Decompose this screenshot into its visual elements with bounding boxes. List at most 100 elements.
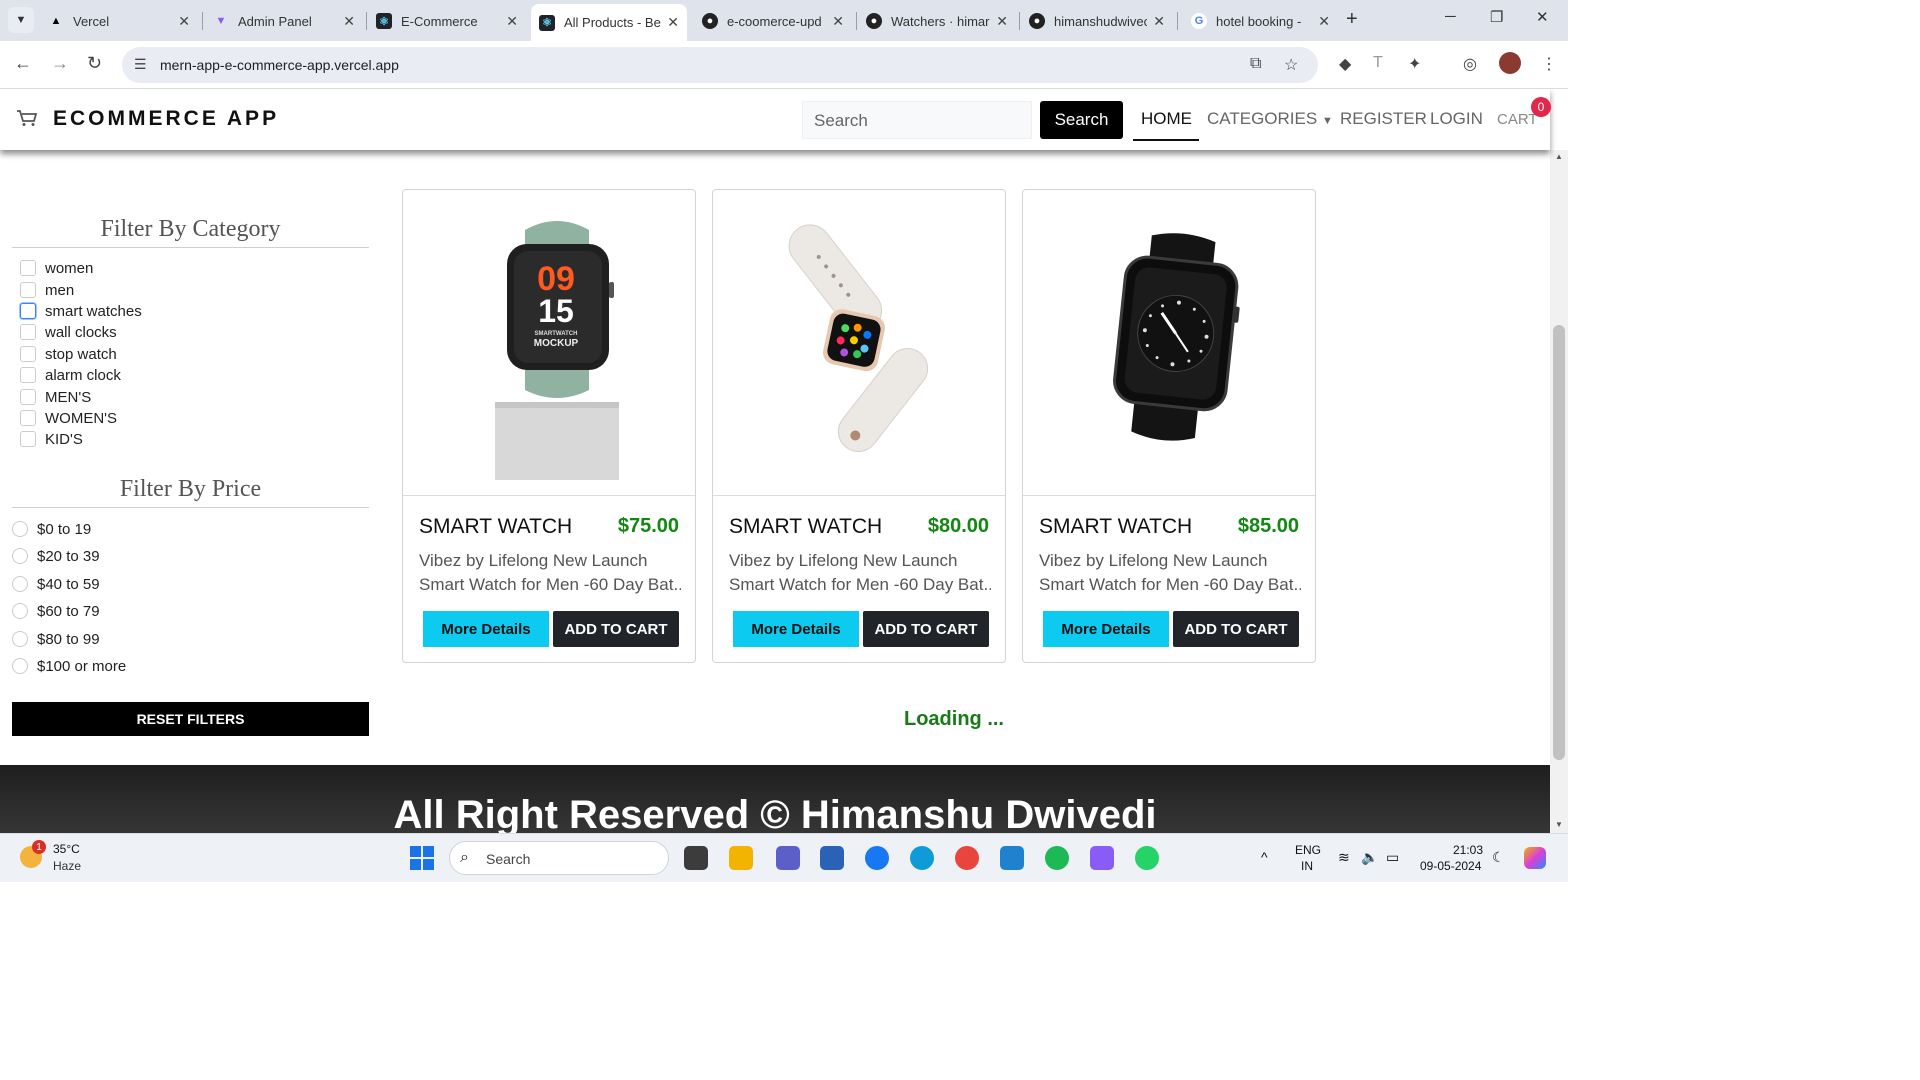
- spotify-icon[interactable]: [1045, 846, 1069, 870]
- tab-github-watchers[interactable]: ● Watchers · himar ✕: [858, 6, 1016, 36]
- add-to-cart-button[interactable]: ADD TO CART: [1173, 611, 1299, 647]
- tab-vercel[interactable]: ▲ Vercel ✕: [40, 6, 198, 36]
- edge-icon[interactable]: [910, 846, 934, 870]
- install-app-icon[interactable]: ⧉: [1250, 55, 1261, 73]
- search-input[interactable]: Search: [802, 101, 1032, 139]
- radio[interactable]: [12, 521, 28, 537]
- search-button[interactable]: Search: [1040, 101, 1123, 139]
- store-icon[interactable]: [820, 846, 844, 870]
- checkbox[interactable]: [20, 282, 36, 298]
- category-checkbox-stop-watch[interactable]: stop watch: [20, 344, 117, 364]
- price-radio-20-39[interactable]: $20 to 39: [12, 546, 100, 566]
- category-checkbox-men[interactable]: men: [20, 280, 74, 300]
- weather-temperature[interactable]: 35°C: [53, 842, 80, 856]
- profile-avatar[interactable]: [1499, 52, 1521, 74]
- notification-icon[interactable]: ☾: [1492, 849, 1505, 866]
- close-icon[interactable]: ✕: [667, 14, 679, 31]
- url-text[interactable]: mern-app-e-commerce-app.vercel.app: [160, 57, 399, 73]
- close-icon[interactable]: ✕: [832, 13, 844, 30]
- clock-date[interactable]: 09-05-2024: [1420, 859, 1481, 873]
- category-checkbox-women[interactable]: women: [20, 258, 93, 278]
- checkbox[interactable]: [20, 367, 36, 383]
- chrome-icon[interactable]: [955, 846, 979, 870]
- category-checkbox-smart-watches[interactable]: smart watches: [20, 301, 142, 321]
- category-checkbox-womens[interactable]: WOMEN'S: [20, 408, 117, 428]
- performance-icon[interactable]: ◎: [1463, 54, 1477, 74]
- language-region[interactable]: IN: [1301, 859, 1313, 873]
- tab-github-repo[interactable]: ● e-coomerce-upd ✕: [694, 6, 852, 36]
- address-bar[interactable]: ☰ mern-app-e-commerce-app.vercel.app ⧉ ☆: [122, 47, 1318, 83]
- price-radio-0-19[interactable]: $0 to 19: [12, 519, 91, 539]
- scroll-up-icon[interactable]: ▲: [1555, 152, 1563, 161]
- scroll-down-icon[interactable]: ▼: [1555, 820, 1563, 829]
- nav-register[interactable]: REGISTER: [1340, 109, 1427, 129]
- close-icon[interactable]: ✕: [506, 13, 518, 30]
- brand-logo-text[interactable]: ECOMMERCE APP: [53, 107, 279, 131]
- checkbox[interactable]: [20, 389, 36, 405]
- wifi-icon[interactable]: ≋: [1338, 849, 1350, 866]
- tab-search-button[interactable]: ▼: [8, 7, 34, 33]
- more-details-button[interactable]: More Details: [733, 611, 859, 647]
- category-checkbox-alarm-clock[interactable]: alarm clock: [20, 365, 121, 385]
- extensions-puzzle-icon[interactable]: ✦: [1408, 54, 1421, 74]
- site-info-icon[interactable]: ☰: [134, 56, 147, 73]
- category-checkbox-kids[interactable]: KID'S: [20, 429, 83, 449]
- radio[interactable]: [12, 548, 28, 564]
- menu-kebab-icon[interactable]: ⋮: [1541, 54, 1557, 74]
- copilot-icon[interactable]: [1524, 847, 1546, 869]
- reload-icon[interactable]: ↻: [87, 53, 102, 74]
- restore-icon[interactable]: ❐: [1490, 8, 1503, 26]
- product-image[interactable]: [1023, 190, 1315, 496]
- facebook-icon[interactable]: [865, 846, 889, 870]
- close-icon[interactable]: ✕: [343, 13, 355, 30]
- weather-condition[interactable]: Haze: [53, 859, 81, 873]
- price-radio-80-99[interactable]: $80 to 99: [12, 629, 100, 649]
- add-to-cart-button[interactable]: ADD TO CART: [553, 611, 679, 647]
- tab-hotel-booking[interactable]: G hotel booking - ✕: [1183, 6, 1338, 36]
- new-tab-button[interactable]: +: [1346, 8, 1358, 31]
- bookmark-star-icon[interactable]: ☆: [1284, 55, 1298, 75]
- battery-icon[interactable]: ▭: [1386, 849, 1399, 866]
- radio[interactable]: [12, 631, 28, 647]
- vscode-icon[interactable]: [1000, 846, 1024, 870]
- product-image[interactable]: [713, 190, 1005, 496]
- close-icon[interactable]: ✕: [996, 13, 1008, 30]
- scroll-thumb[interactable]: [1553, 325, 1565, 760]
- task-view-icon[interactable]: [684, 846, 708, 870]
- tab-admin-panel[interactable]: ▼ Admin Panel ✕: [205, 6, 363, 36]
- close-icon[interactable]: ✕: [1318, 13, 1330, 30]
- extension-icon[interactable]: ◆: [1339, 54, 1351, 74]
- nav-categories[interactable]: CATEGORIES ▼: [1207, 109, 1333, 129]
- whatsapp-icon[interactable]: [1135, 846, 1159, 870]
- checkbox[interactable]: [20, 346, 36, 362]
- nav-home[interactable]: HOME: [1141, 109, 1192, 129]
- extension-t-icon[interactable]: T: [1373, 54, 1383, 72]
- clock-time[interactable]: 21:03: [1453, 843, 1483, 857]
- windows-start-icon[interactable]: [410, 846, 434, 870]
- price-radio-40-59[interactable]: $40 to 59: [12, 574, 100, 594]
- tab-github-profile[interactable]: ● himanshudwivec ✕: [1021, 6, 1173, 36]
- category-checkbox-mens[interactable]: MEN'S: [20, 387, 91, 407]
- close-icon[interactable]: ✕: [1153, 13, 1165, 30]
- checkbox[interactable]: [20, 260, 36, 276]
- radio[interactable]: [12, 576, 28, 592]
- checkbox[interactable]: [20, 303, 36, 319]
- price-radio-100-plus[interactable]: $100 or more: [12, 656, 126, 676]
- add-to-cart-button[interactable]: ADD TO CART: [863, 611, 989, 647]
- file-explorer-icon[interactable]: [729, 846, 753, 870]
- page-scrollbar[interactable]: ▲ ▼: [1550, 150, 1568, 833]
- more-details-button[interactable]: More Details: [423, 611, 549, 647]
- radio[interactable]: [12, 603, 28, 619]
- close-window-icon[interactable]: ✕: [1536, 8, 1549, 26]
- tray-chevron-up-icon[interactable]: ^: [1261, 849, 1268, 865]
- volume-icon[interactable]: 🔈: [1361, 849, 1378, 866]
- checkbox[interactable]: [20, 324, 36, 340]
- tab-e-commerce[interactable]: ⚛ E-Commerce ✕: [368, 6, 526, 36]
- back-icon[interactable]: ←: [14, 53, 32, 74]
- teams-icon[interactable]: [776, 846, 800, 870]
- checkbox[interactable]: [20, 410, 36, 426]
- close-icon[interactable]: ✕: [178, 13, 190, 30]
- radio[interactable]: [12, 658, 28, 674]
- price-radio-60-79[interactable]: $60 to 79: [12, 601, 100, 621]
- nav-login[interactable]: LOGIN: [1430, 109, 1483, 129]
